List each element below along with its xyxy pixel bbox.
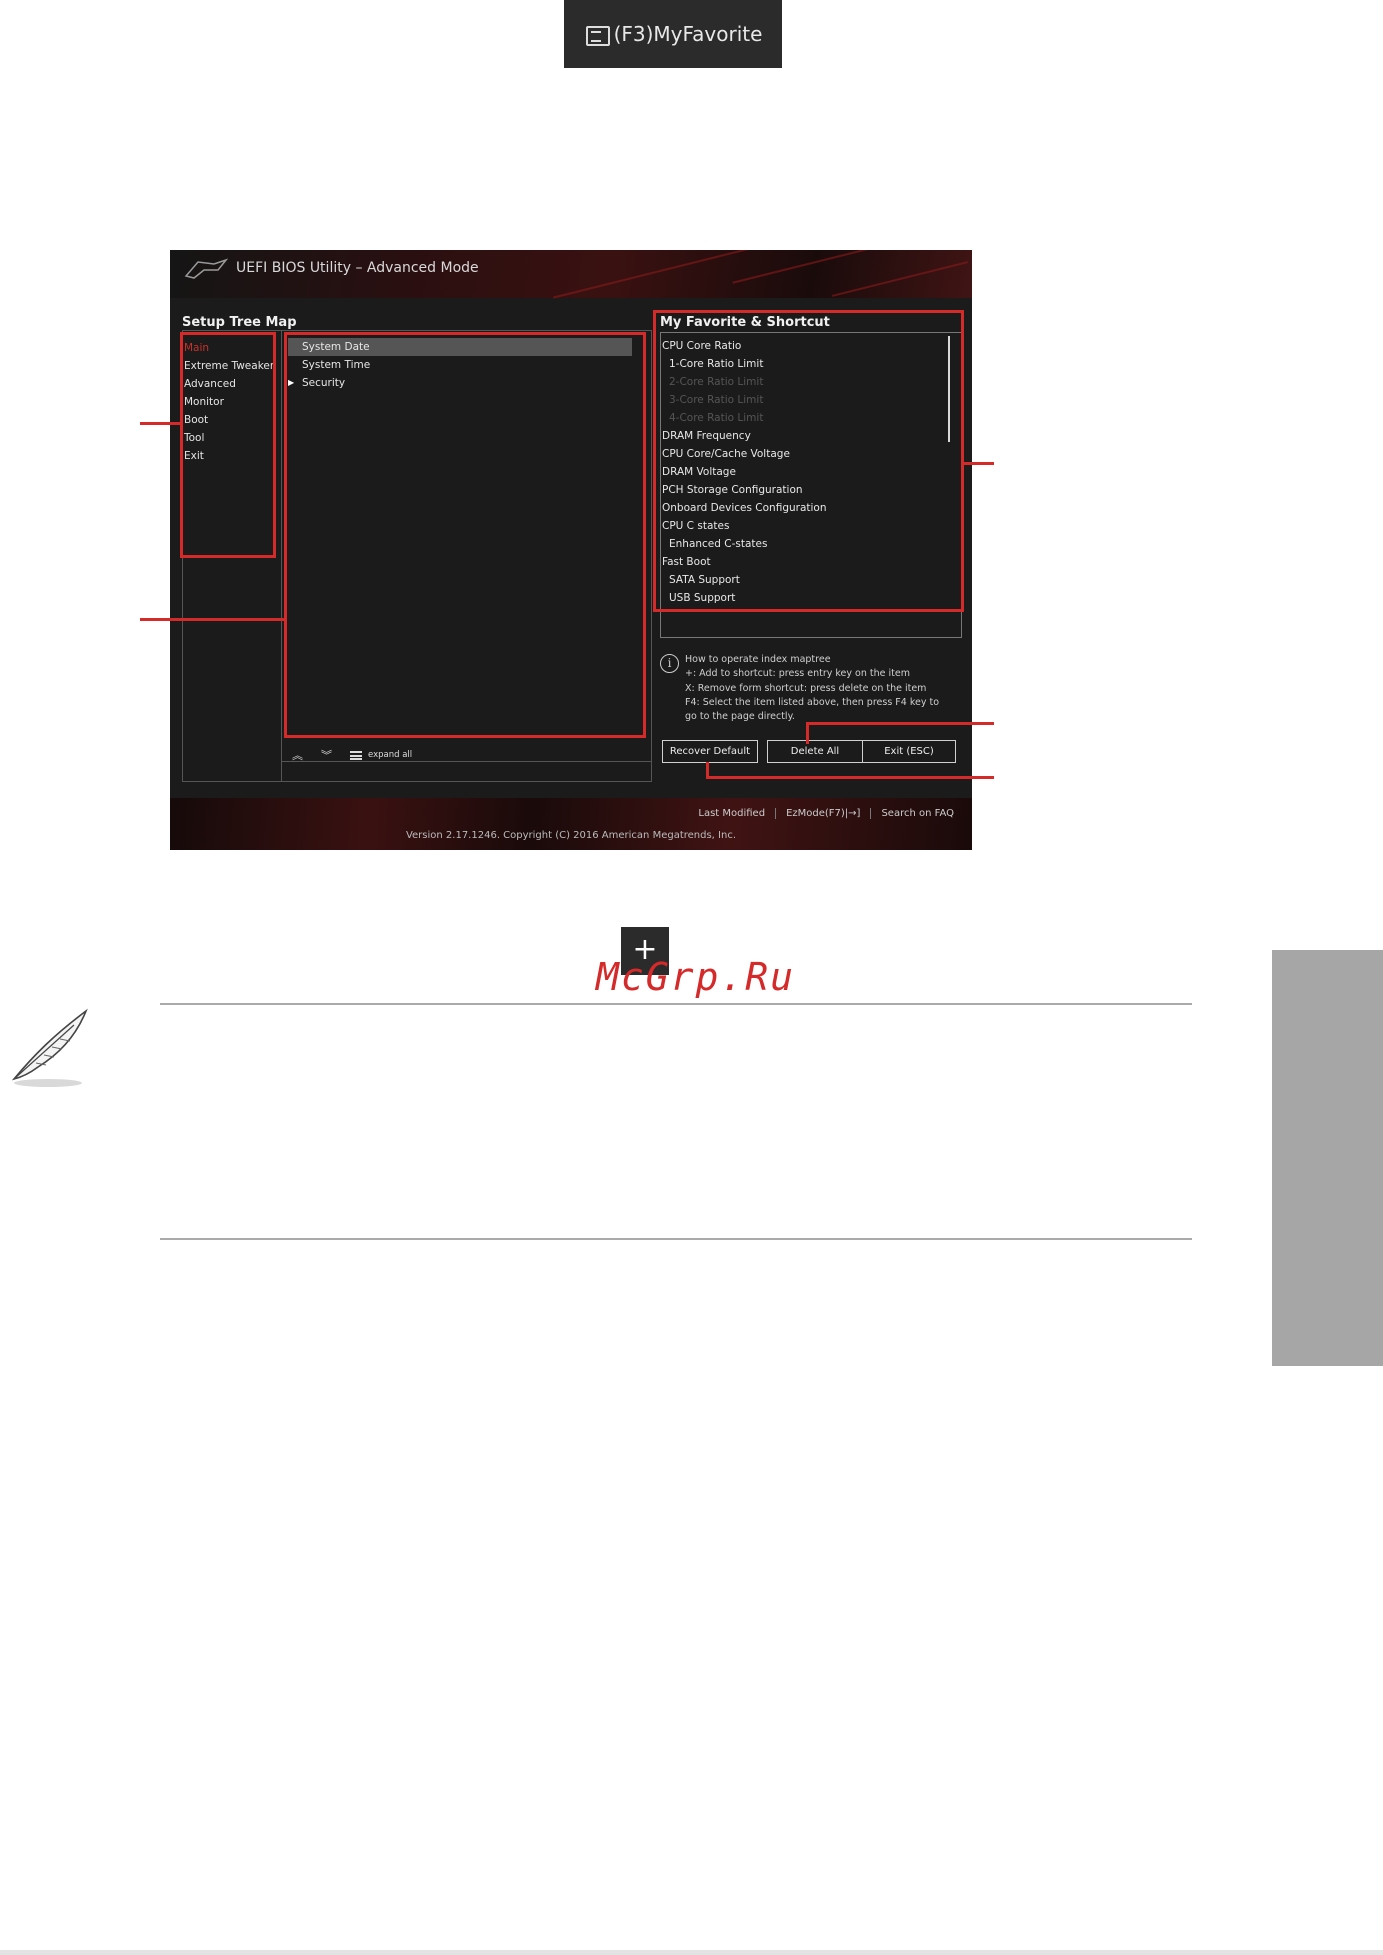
expand-all-button[interactable]: expand all — [350, 750, 412, 760]
help-line: How to operate index maptree — [685, 654, 831, 665]
delete-all-callout-stem — [806, 722, 809, 744]
list-window-icon — [584, 23, 610, 46]
list-icon — [350, 750, 362, 760]
expand-all-label: expand all — [368, 750, 413, 760]
search-faq-link[interactable]: Search on FAQ — [870, 808, 964, 819]
last-modified-link[interactable]: Last Modified — [688, 808, 775, 819]
note-top-rule — [160, 1003, 1192, 1005]
submenu-toolbar — [282, 762, 652, 782]
page-bottom-line — [0, 1950, 1383, 1955]
bios-footer — [170, 798, 972, 850]
delete-all-button[interactable]: Delete All — [767, 740, 863, 763]
favorites-callout-line — [964, 462, 994, 465]
my-favorite-label: (F3)MyFavorite — [613, 22, 763, 46]
double-chevron-up-icon[interactable]: ︽ — [292, 747, 303, 763]
recover-callout-line — [706, 776, 994, 779]
exit-button[interactable]: Exit (ESC) — [862, 740, 956, 763]
double-chevron-down-icon[interactable]: ︾ — [321, 747, 332, 763]
tree-tools: ︽ ︾ expand all — [292, 747, 412, 763]
recover-callout-stem — [706, 762, 709, 779]
rog-logo-icon — [184, 258, 228, 279]
my-favorite-button[interactable]: (F3)MyFavorite — [564, 0, 782, 68]
version-text: Version 2.17.1246. Copyright (C) 2016 Am… — [405, 830, 737, 841]
menu-callout-line — [140, 422, 180, 425]
submenu-highlight-box — [284, 332, 646, 738]
favorites-highlight-box — [653, 310, 964, 612]
watermark: McGrp.Ru — [596, 955, 796, 999]
help-line: +: Add to shortcut: press entry key on t… — [685, 668, 910, 680]
menu-highlight-box — [180, 332, 276, 558]
recover-default-button[interactable]: Recover Default — [662, 740, 758, 763]
submenu-callout-line — [140, 618, 284, 621]
help-text: How to operate index maptree +: Add to s… — [685, 653, 939, 724]
help-line: X: Remove form shortcut: press delete on… — [685, 682, 927, 694]
help-line: F4: Select the item listed above, then p… — [685, 696, 940, 708]
note-bottom-rule — [160, 1238, 1192, 1240]
delete-all-callout-line — [806, 722, 994, 725]
setup-tree-title: Setup Tree Map — [182, 315, 297, 330]
ezmode-link[interactable]: EzMode(F7)|→] — [775, 808, 870, 819]
footer-links: Last Modified EzMode(F7)|→] Search on FA… — [688, 808, 964, 819]
bios-title: UEFI BIOS Utility – Advanced Mode — [236, 260, 479, 276]
info-icon: i — [660, 654, 679, 673]
feather-note-icon — [11, 1008, 88, 1087]
chapter-side-tab — [1272, 950, 1383, 1366]
